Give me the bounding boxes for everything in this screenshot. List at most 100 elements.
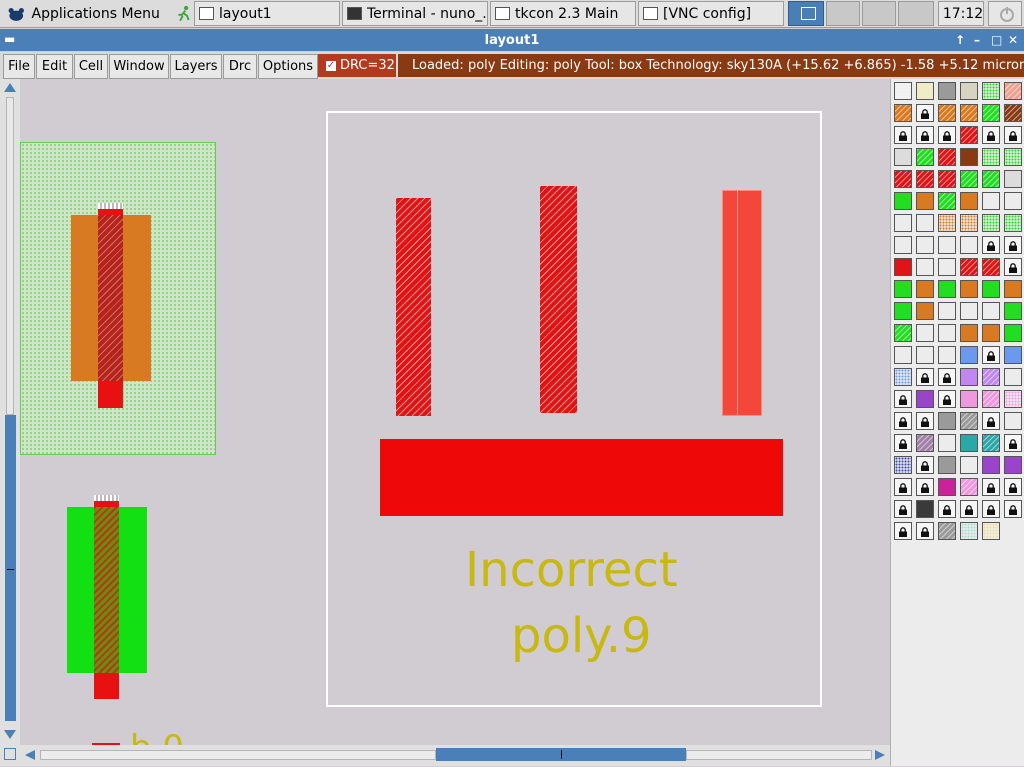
- layer-swatch-lock[interactable]: [916, 456, 934, 474]
- layer-swatch-cross-slate[interactable]: [982, 302, 1000, 320]
- menu-edit[interactable]: Edit: [36, 54, 73, 79]
- menu-drc[interactable]: Drc: [223, 54, 257, 79]
- layer-swatch-dots-green[interactable]: [982, 214, 1000, 232]
- horizontal-scroll-thumb[interactable]: [436, 748, 686, 761]
- layer-swatch-cross-magenta[interactable]: [1004, 368, 1022, 386]
- layer-swatch-hatch-green[interactable]: [916, 148, 934, 166]
- layer-swatch-solid-orange[interactable]: [960, 280, 978, 298]
- layer-swatch-solid-gray[interactable]: [938, 456, 956, 474]
- layer-swatch-hatch-red[interactable]: [938, 148, 956, 166]
- layer-swatch-solid-teal[interactable]: [960, 434, 978, 452]
- menu-options[interactable]: Options: [258, 54, 318, 79]
- layer-swatch-solid-purple[interactable]: [1004, 456, 1022, 474]
- layer-swatch-hatch-red[interactable]: [894, 170, 912, 188]
- layer-swatch-lock[interactable]: [894, 478, 912, 496]
- layer-swatch-cross-purple[interactable]: [916, 258, 934, 276]
- layer-swatch-hatch-red[interactable]: [960, 258, 978, 276]
- layer-swatch-solid-violet[interactable]: [960, 368, 978, 386]
- layer-swatch-solid-purple[interactable]: [982, 456, 1000, 474]
- layer-swatch-solid-darkgray[interactable]: [916, 500, 934, 518]
- workspace-1-button[interactable]: [788, 1, 824, 26]
- layer-swatch-lock[interactable]: [894, 126, 912, 144]
- menu-cell[interactable]: Cell: [74, 54, 108, 79]
- layer-swatch-hatch-red[interactable]: [938, 170, 956, 188]
- horizontal-scrollbar[interactable]: [0, 745, 890, 766]
- layer-swatch-lock[interactable]: [982, 126, 1000, 144]
- layer-swatch-cross-teal[interactable]: [938, 236, 956, 254]
- workspace-4-button[interactable]: [898, 1, 934, 26]
- layer-swatch-lock[interactable]: [916, 412, 934, 430]
- layer-swatch-cross-slate[interactable]: [938, 258, 956, 276]
- applications-menu-button[interactable]: Applications Menu: [2, 1, 192, 26]
- layer-swatch-solid-red[interactable]: [894, 258, 912, 276]
- layer-swatch-solid-gray[interactable]: [938, 82, 956, 100]
- layer-swatch-hatch-green[interactable]: [960, 170, 978, 188]
- layer-swatch-dots-green[interactable]: [1004, 148, 1022, 166]
- layer-swatch-hatch-teal[interactable]: [982, 434, 1000, 452]
- layer-swatch-cross-darkteal[interactable]: [1004, 412, 1022, 430]
- scroll-down-button[interactable]: [2, 727, 18, 741]
- layer-swatch-lock[interactable]: [982, 500, 1000, 518]
- layer-swatch-solid-lightgray[interactable]: [894, 148, 912, 166]
- layer-swatch-hatch-pink[interactable]: [960, 478, 978, 496]
- layer-swatch-solid-green[interactable]: [938, 280, 956, 298]
- layer-swatch-solid-orange[interactable]: [1004, 280, 1022, 298]
- layer-swatch-cross-slate[interactable]: [894, 236, 912, 254]
- layer-swatch-lock[interactable]: [916, 522, 934, 540]
- layer-swatch-hatch-gray[interactable]: [938, 522, 956, 540]
- checkbox-checked-icon[interactable]: ✓: [326, 60, 336, 71]
- layer-swatch-solid-blue[interactable]: [960, 346, 978, 364]
- task-vnc-config[interactable]: [VNC config]: [638, 1, 784, 26]
- layer-swatch-cross-teal[interactable]: [938, 324, 956, 342]
- layer-swatch-dots-aqua[interactable]: [960, 522, 978, 540]
- layer-swatch-lock[interactable]: [894, 434, 912, 452]
- workspace-2-button[interactable]: [826, 1, 860, 26]
- layer-swatch-cross-teal[interactable]: [960, 236, 978, 254]
- layer-swatch-lock[interactable]: [1004, 434, 1022, 452]
- task-tkcon[interactable]: tkcon 2.3 Main: [490, 1, 636, 26]
- layer-swatch-dots-navy[interactable]: [894, 456, 912, 474]
- layer-swatch-lock[interactable]: [916, 104, 934, 122]
- layer-swatch-solid-cream[interactable]: [916, 82, 934, 100]
- layer-swatch-lock[interactable]: [1004, 126, 1022, 144]
- workspace-3-button[interactable]: [862, 1, 896, 26]
- layer-swatch-solid-brown[interactable]: [960, 148, 978, 166]
- layer-swatch-dots-blue[interactable]: [894, 368, 912, 386]
- layer-swatch-hatch-orange[interactable]: [938, 104, 956, 122]
- layer-swatch-dots-white[interactable]: [894, 82, 912, 100]
- layer-swatch-dots-orange[interactable]: [960, 214, 978, 232]
- layer-swatch-lock[interactable]: [982, 346, 1000, 364]
- layer-swatch-lock[interactable]: [938, 500, 956, 518]
- layer-swatch-hatch-pink[interactable]: [982, 390, 1000, 408]
- layer-swatch-solid-green[interactable]: [894, 280, 912, 298]
- layer-swatch-hatch-orange[interactable]: [894, 104, 912, 122]
- drc-toggle[interactable]: ✓ DRC=32: [318, 54, 396, 77]
- menu-layers[interactable]: Layers: [170, 54, 222, 79]
- layer-swatch-lock[interactable]: [1004, 478, 1022, 496]
- layer-swatch-lock[interactable]: [938, 126, 956, 144]
- layer-swatch-hatch-orange[interactable]: [960, 104, 978, 122]
- layer-swatch-solid-gray[interactable]: [938, 412, 956, 430]
- task-terminal[interactable]: Terminal - nuno_...: [342, 1, 488, 26]
- layer-swatch-hatch-brown[interactable]: [1004, 104, 1022, 122]
- layer-swatch-dots-pink[interactable]: [1004, 390, 1022, 408]
- layer-swatch-cross-mauve[interactable]: [938, 434, 956, 452]
- layer-swatch-hatch-red[interactable]: [982, 258, 1000, 276]
- layer-swatch-solid-beige[interactable]: [960, 82, 978, 100]
- layer-swatch-lock[interactable]: [982, 236, 1000, 254]
- layer-swatch-solid-pink[interactable]: [960, 390, 978, 408]
- layer-swatch-cross-teal[interactable]: [982, 192, 1000, 210]
- layer-swatch-dots-orange[interactable]: [938, 214, 956, 232]
- close-button[interactable]: ✕: [1008, 33, 1018, 47]
- layer-swatch-hatch-red[interactable]: [960, 126, 978, 144]
- layer-swatch-solid-green[interactable]: [1004, 324, 1022, 342]
- layer-swatch-lock[interactable]: [894, 412, 912, 430]
- layer-swatch-solid-orange[interactable]: [960, 192, 978, 210]
- layer-swatch-dots-green[interactable]: [982, 82, 1000, 100]
- layer-swatch-solid-green[interactable]: [1004, 302, 1022, 320]
- zoom-box-button[interactable]: [4, 748, 16, 760]
- scroll-left-button[interactable]: [22, 747, 38, 763]
- layer-swatch-solid-orange[interactable]: [916, 192, 934, 210]
- layer-swatch-solid-orange[interactable]: [916, 302, 934, 320]
- layer-swatch-solid-orange[interactable]: [916, 280, 934, 298]
